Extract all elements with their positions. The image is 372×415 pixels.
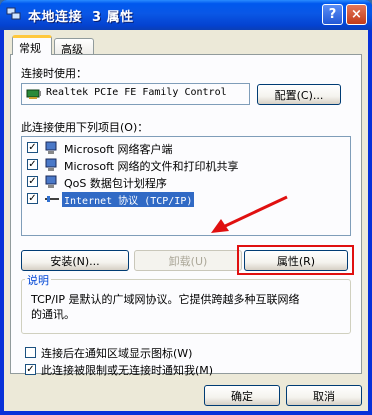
item-checkbox[interactable]: ✓ [27, 176, 38, 187]
file-printer-sharing-icon [45, 158, 57, 171]
adapter-box: Realtek PCIe FE Family Control [21, 83, 250, 105]
item-label: Microsoft 网络客户端 [64, 143, 173, 156]
item-label: Internet 协议 (TCP/IP) [62, 192, 195, 207]
close-button[interactable]: × [346, 4, 367, 25]
tab-general[interactable]: 常规 [12, 35, 52, 55]
uninstall-button[interactable]: 卸载(U) [134, 250, 242, 271]
dialog-client: 常规 高级 连接时使用： Realtek PCIe FE Family Cont… [4, 30, 368, 411]
properties-button[interactable]: 属性(R) [244, 250, 348, 271]
item-checkbox[interactable]: ✓ [27, 193, 38, 204]
item-label: Microsoft 网络的文件和打印机共享 [64, 160, 239, 173]
uninstall-button-label: 卸载(U) [168, 254, 208, 268]
description-text-line1: TCP/IP 是默认的广域网协议。它提供跨越多种互联网络 [31, 293, 300, 306]
notify-limited-checkbox[interactable]: ✓ [25, 364, 36, 375]
properties-button-label: 属性(R) [276, 254, 316, 268]
network-card-icon [26, 89, 41, 99]
network-connection-icon [6, 7, 21, 20]
show-icon-label: 连接后在通知区域显示图标(W) [41, 347, 193, 360]
adapter-name: Realtek PCIe FE Family Control [46, 87, 227, 98]
show-icon-checkbox[interactable] [25, 347, 36, 358]
description-text-line2: 的通讯。 [31, 308, 75, 321]
qos-scheduler-icon [45, 175, 57, 188]
cancel-button[interactable]: 取消 [286, 385, 362, 406]
configure-button-label: 配置(C)... [274, 88, 324, 102]
title-bar[interactable]: 本地连接 3 属性 ? × [0, 0, 372, 30]
item-checkbox[interactable]: ✓ [27, 142, 38, 153]
connect-using-label: 连接时使用： [21, 67, 87, 80]
item-checkbox[interactable]: ✓ [27, 159, 38, 170]
protocol-icon [45, 196, 59, 202]
configure-button[interactable]: 配置(C)... [257, 84, 341, 105]
cancel-button-label: 取消 [313, 389, 335, 403]
help-button[interactable]: ? [322, 4, 343, 25]
description-title: 说明 [25, 272, 51, 288]
ok-button[interactable]: 确定 [204, 385, 280, 406]
notify-limited-label: 此连接被限制或无连接时通知我(M) [41, 364, 214, 377]
network-client-icon [45, 141, 57, 154]
annotation-arrow [211, 195, 288, 233]
install-button-label: 安装(N)... [50, 254, 100, 268]
window-title: 本地连接 3 属性 [28, 10, 134, 25]
components-list[interactable]: ✓ Microsoft 网络客户端 ✓ Microsoft 网络的文件和打印机共… [21, 136, 351, 236]
general-panel: 连接时使用： Realtek PCIe FE Family Control 配置… [10, 54, 362, 377]
install-button[interactable]: 安装(N)... [21, 250, 129, 271]
properties-window: 本地连接 3 属性 ? × 常规 高级 连接时使用： Realtek PCIe … [0, 0, 372, 415]
ok-button-label: 确定 [231, 389, 253, 403]
item-label: QoS 数据包计划程序 [64, 177, 167, 190]
components-label: 此连接使用下列项目(O)： [21, 121, 149, 134]
